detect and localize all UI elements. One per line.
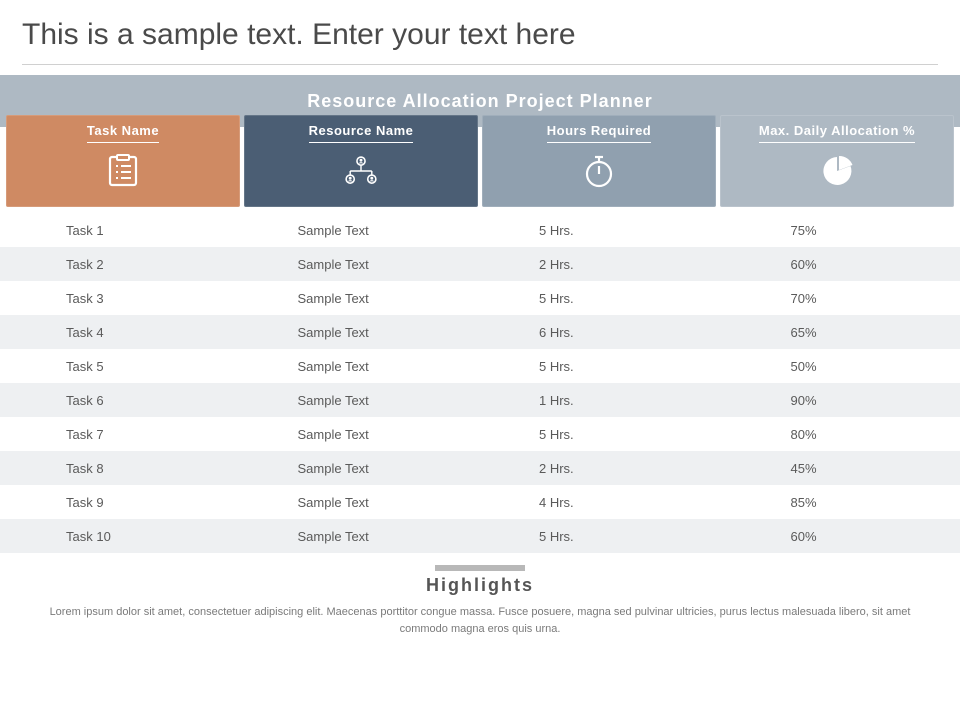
cell-max: 70% [709,291,960,306]
column-header-hours: Hours Required [482,115,716,207]
cell-task: Task 2 [0,257,236,272]
highlights-section: Highlights Lorem ipsum dolor sit amet, c… [0,565,960,637]
cell-resource: Sample Text [236,495,468,510]
column-label-resource: Resource Name [309,123,414,143]
cell-hours: 4 Hrs. [467,495,709,510]
table-row: Task 10 Sample Text 5 Hrs. 60% [0,519,960,553]
cell-resource: Sample Text [236,461,468,476]
cell-max: 85% [709,495,960,510]
cell-hours: 2 Hrs. [467,461,709,476]
cell-max: 45% [709,461,960,476]
title-underline [22,64,938,65]
highlights-bar [435,565,525,571]
cell-resource: Sample Text [236,257,468,272]
stopwatch-icon [581,153,617,189]
cell-task: Task 7 [0,427,236,442]
table-row: Task 6 Sample Text 1 Hrs. 90% [0,383,960,417]
cell-max: 60% [709,529,960,544]
highlights-body: Lorem ipsum dolor sit amet, consectetuer… [40,604,920,637]
cell-hours: 5 Hrs. [467,529,709,544]
table-row: Task 4 Sample Text 6 Hrs. 65% [0,315,960,349]
cell-task: Task 10 [0,529,236,544]
table-row: Task 1 Sample Text 5 Hrs. 75% [0,213,960,247]
cell-hours: 5 Hrs. [467,291,709,306]
cell-max: 50% [709,359,960,374]
cell-resource: Sample Text [236,223,468,238]
table-row: Task 7 Sample Text 5 Hrs. 80% [0,417,960,451]
table-row: Task 8 Sample Text 2 Hrs. 45% [0,451,960,485]
table-row: Task 3 Sample Text 5 Hrs. 70% [0,281,960,315]
column-label-hours: Hours Required [547,123,652,143]
table-row: Task 2 Sample Text 2 Hrs. 60% [0,247,960,281]
cell-max: 80% [709,427,960,442]
column-header-task: Task Name [6,115,240,207]
cell-hours: 5 Hrs. [467,427,709,442]
cell-hours: 2 Hrs. [467,257,709,272]
cell-task: Task 5 [0,359,236,374]
pie-chart-icon [819,153,855,189]
cell-resource: Sample Text [236,325,468,340]
cell-hours: 5 Hrs. [467,359,709,374]
column-label-task: Task Name [87,123,159,143]
cell-max: 65% [709,325,960,340]
cell-max: 75% [709,223,960,238]
cell-max: 60% [709,257,960,272]
cell-hours: 1 Hrs. [467,393,709,408]
cell-hours: 6 Hrs. [467,325,709,340]
table-row: Task 9 Sample Text 4 Hrs. 85% [0,485,960,519]
page-title: This is a sample text. Enter your text h… [0,0,960,54]
slide: This is a sample text. Enter your text h… [0,0,960,720]
cell-task: Task 3 [0,291,236,306]
column-header-resource: Resource Name [244,115,478,207]
cell-max: 90% [709,393,960,408]
cell-hours: 5 Hrs. [467,223,709,238]
cell-resource: Sample Text [236,529,468,544]
people-tree-icon [343,153,379,189]
cell-task: Task 8 [0,461,236,476]
table-row: Task 5 Sample Text 5 Hrs. 50% [0,349,960,383]
column-header-max: Max. Daily Allocation % [720,115,954,207]
cell-task: Task 1 [0,223,236,238]
table-body: Task 1 Sample Text 5 Hrs. 75% Task 2 Sam… [0,213,960,553]
table-header-row: Task Name Resource Name [0,115,960,207]
cell-resource: Sample Text [236,427,468,442]
cell-resource: Sample Text [236,393,468,408]
cell-resource: Sample Text [236,291,468,306]
cell-task: Task 6 [0,393,236,408]
column-label-max: Max. Daily Allocation % [759,123,915,143]
highlights-title: Highlights [40,575,920,596]
cell-task: Task 4 [0,325,236,340]
checklist-icon [105,153,141,189]
cell-task: Task 9 [0,495,236,510]
cell-resource: Sample Text [236,359,468,374]
